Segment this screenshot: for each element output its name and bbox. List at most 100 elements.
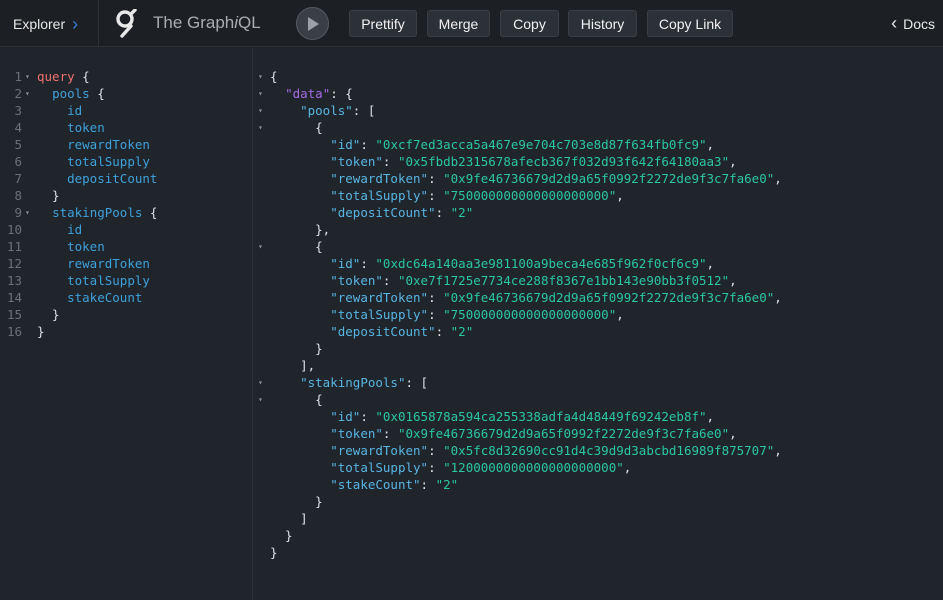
code-token: :	[428, 290, 444, 305]
code-token: "id"	[330, 137, 361, 152]
fold-arrow-icon[interactable]: ▾	[25, 68, 30, 85]
code-token: "id"	[330, 256, 361, 271]
code-token: :	[420, 477, 436, 492]
code-token: query	[37, 69, 75, 84]
code-token: token	[67, 239, 105, 254]
code-token: "id"	[330, 409, 361, 424]
copy-link-button[interactable]: Copy Link	[647, 10, 733, 37]
code-token: "1200000000000000000000"	[443, 460, 624, 475]
fold-arrow-icon[interactable]: ▾	[258, 374, 263, 391]
code-token: "rewardToken"	[330, 171, 429, 186]
line-number: 16	[6, 324, 22, 339]
code-line: },	[270, 221, 330, 238]
execute-query-button[interactable]	[296, 7, 329, 40]
query-editor[interactable]: 1 ▾ query {2 ▾ pools {3 id 4 token 5 rewardTo…	[0, 48, 253, 600]
code-line: "token": "0x9fe46736679d2d9a65f0992f2272…	[270, 425, 736, 442]
code-token: ,	[616, 307, 624, 322]
line-number: 4	[14, 120, 22, 135]
code-token: ,	[623, 460, 632, 475]
code-line: }	[37, 323, 45, 340]
fold-arrow-icon[interactable]: ▾	[258, 102, 263, 119]
graph-logo-icon	[116, 9, 137, 38]
code-token: "750000000000000000000"	[443, 188, 617, 203]
code-line: "rewardToken": "0x5fc8d32690cc91d4c39d9d…	[270, 442, 782, 459]
docs-toggle[interactable]: ‹ Docs	[891, 0, 943, 47]
code-line: "data": {	[270, 85, 353, 102]
code-token: {	[74, 69, 90, 84]
code-token: "0xcf7ed3acca5a467e9e704c703e8d87f634fb0…	[375, 137, 707, 152]
code-line: }	[37, 306, 60, 323]
code-token: }	[270, 494, 323, 509]
code-token: ],	[270, 358, 316, 373]
code-line: rewardToken	[37, 255, 150, 272]
code-token: "0x0165878a594ca255338adfa4d48449f69242e…	[375, 409, 707, 424]
code-line: {	[270, 119, 323, 136]
fold-arrow-icon[interactable]: ▾	[258, 119, 263, 136]
fold-arrow-icon[interactable]: ▾	[258, 68, 263, 85]
copy-button[interactable]: Copy	[500, 10, 559, 37]
result-viewer: ▾ { ▾ "data": { ▾ "pools": [ ▾ { "id": "0xcf…	[254, 48, 943, 600]
code-token: ]	[270, 511, 308, 526]
code-token: {	[270, 239, 323, 254]
code-token: ,	[774, 443, 782, 458]
line-number: 10	[6, 222, 22, 237]
code-token: {	[270, 69, 278, 84]
code-line: "id": "0x0165878a594ca255338adfa4d48449f…	[270, 408, 714, 425]
code-token: "totalSupply"	[330, 307, 429, 322]
code-token: "depositCount"	[330, 205, 436, 220]
fold-arrow-icon[interactable]: ▾	[25, 85, 30, 102]
code-token: "750000000000000000000"	[443, 307, 617, 322]
prettify-button[interactable]: Prettify	[349, 10, 417, 37]
code-token: :	[428, 188, 444, 203]
code-line: }	[270, 544, 278, 561]
fold-arrow-icon[interactable]: ▾	[258, 238, 263, 255]
code-token: :	[428, 307, 444, 322]
code-token: stakingPools	[52, 205, 143, 220]
explorer-toggle[interactable]: Explorer ›	[0, 0, 99, 47]
code-token: "token"	[330, 273, 383, 288]
line-number: 14	[6, 290, 22, 305]
fold-arrow-icon[interactable]: ▾	[258, 85, 263, 102]
app-title: The GraphiQL	[153, 13, 261, 32]
code-token: }	[270, 545, 278, 560]
code-line: "totalSupply": "750000000000000000000",	[270, 306, 624, 323]
code-token: totalSupply	[67, 273, 150, 288]
code-line: }	[37, 187, 60, 204]
code-token: "stakingPools"	[300, 375, 406, 390]
line-number: 3	[14, 103, 22, 118]
merge-button[interactable]: Merge	[427, 10, 490, 37]
code-token: :	[382, 426, 398, 441]
code-token: ,	[729, 273, 737, 288]
code-token: }	[37, 324, 45, 339]
code-token: :	[360, 137, 376, 152]
code-line: "totalSupply": "1200000000000000000000",	[270, 459, 631, 476]
docs-label: Docs	[903, 15, 935, 32]
code-line: query {	[37, 68, 90, 85]
code-line: id	[37, 102, 82, 119]
code-token: "2"	[450, 205, 474, 220]
fold-arrow-icon[interactable]: ▾	[25, 204, 30, 221]
fold-arrow-icon[interactable]: ▾	[258, 391, 263, 408]
code-token: pools	[52, 86, 90, 101]
history-button[interactable]: History	[568, 10, 637, 37]
code-line: "pools": [	[270, 102, 375, 119]
code-line: totalSupply	[37, 153, 150, 170]
play-icon	[307, 16, 319, 31]
code-token: :	[435, 324, 451, 339]
code-token: "2"	[435, 477, 459, 492]
